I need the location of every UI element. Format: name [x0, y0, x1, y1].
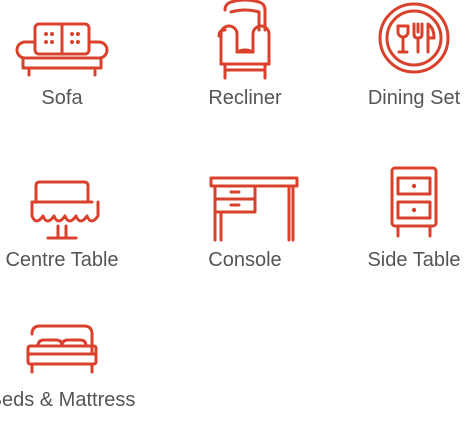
category-beds-mattress[interactable]: Beds & Mattress — [0, 318, 147, 421]
dining-set-icon — [329, 0, 474, 78]
centre-table-icon — [0, 162, 147, 240]
category-recliner[interactable]: Recliner — [160, 0, 330, 124]
side-table-icon — [329, 162, 474, 240]
category-console[interactable]: Console — [160, 162, 330, 286]
sofa-icon — [0, 0, 147, 78]
category-centre-table[interactable]: Centre Table — [0, 162, 147, 286]
category-label: Side Table — [367, 249, 461, 271]
console-icon — [160, 162, 330, 242]
category-sofa[interactable]: Sofa — [0, 0, 147, 124]
recliner-icon — [160, 0, 330, 80]
category-side-table[interactable]: Side Table — [329, 162, 474, 286]
bed-icon — [0, 310, 147, 388]
category-dining-set[interactable]: Dining Set — [329, 0, 474, 124]
category-label: Beds & Mattress — [0, 389, 136, 411]
category-label: Dining Set — [367, 87, 461, 109]
